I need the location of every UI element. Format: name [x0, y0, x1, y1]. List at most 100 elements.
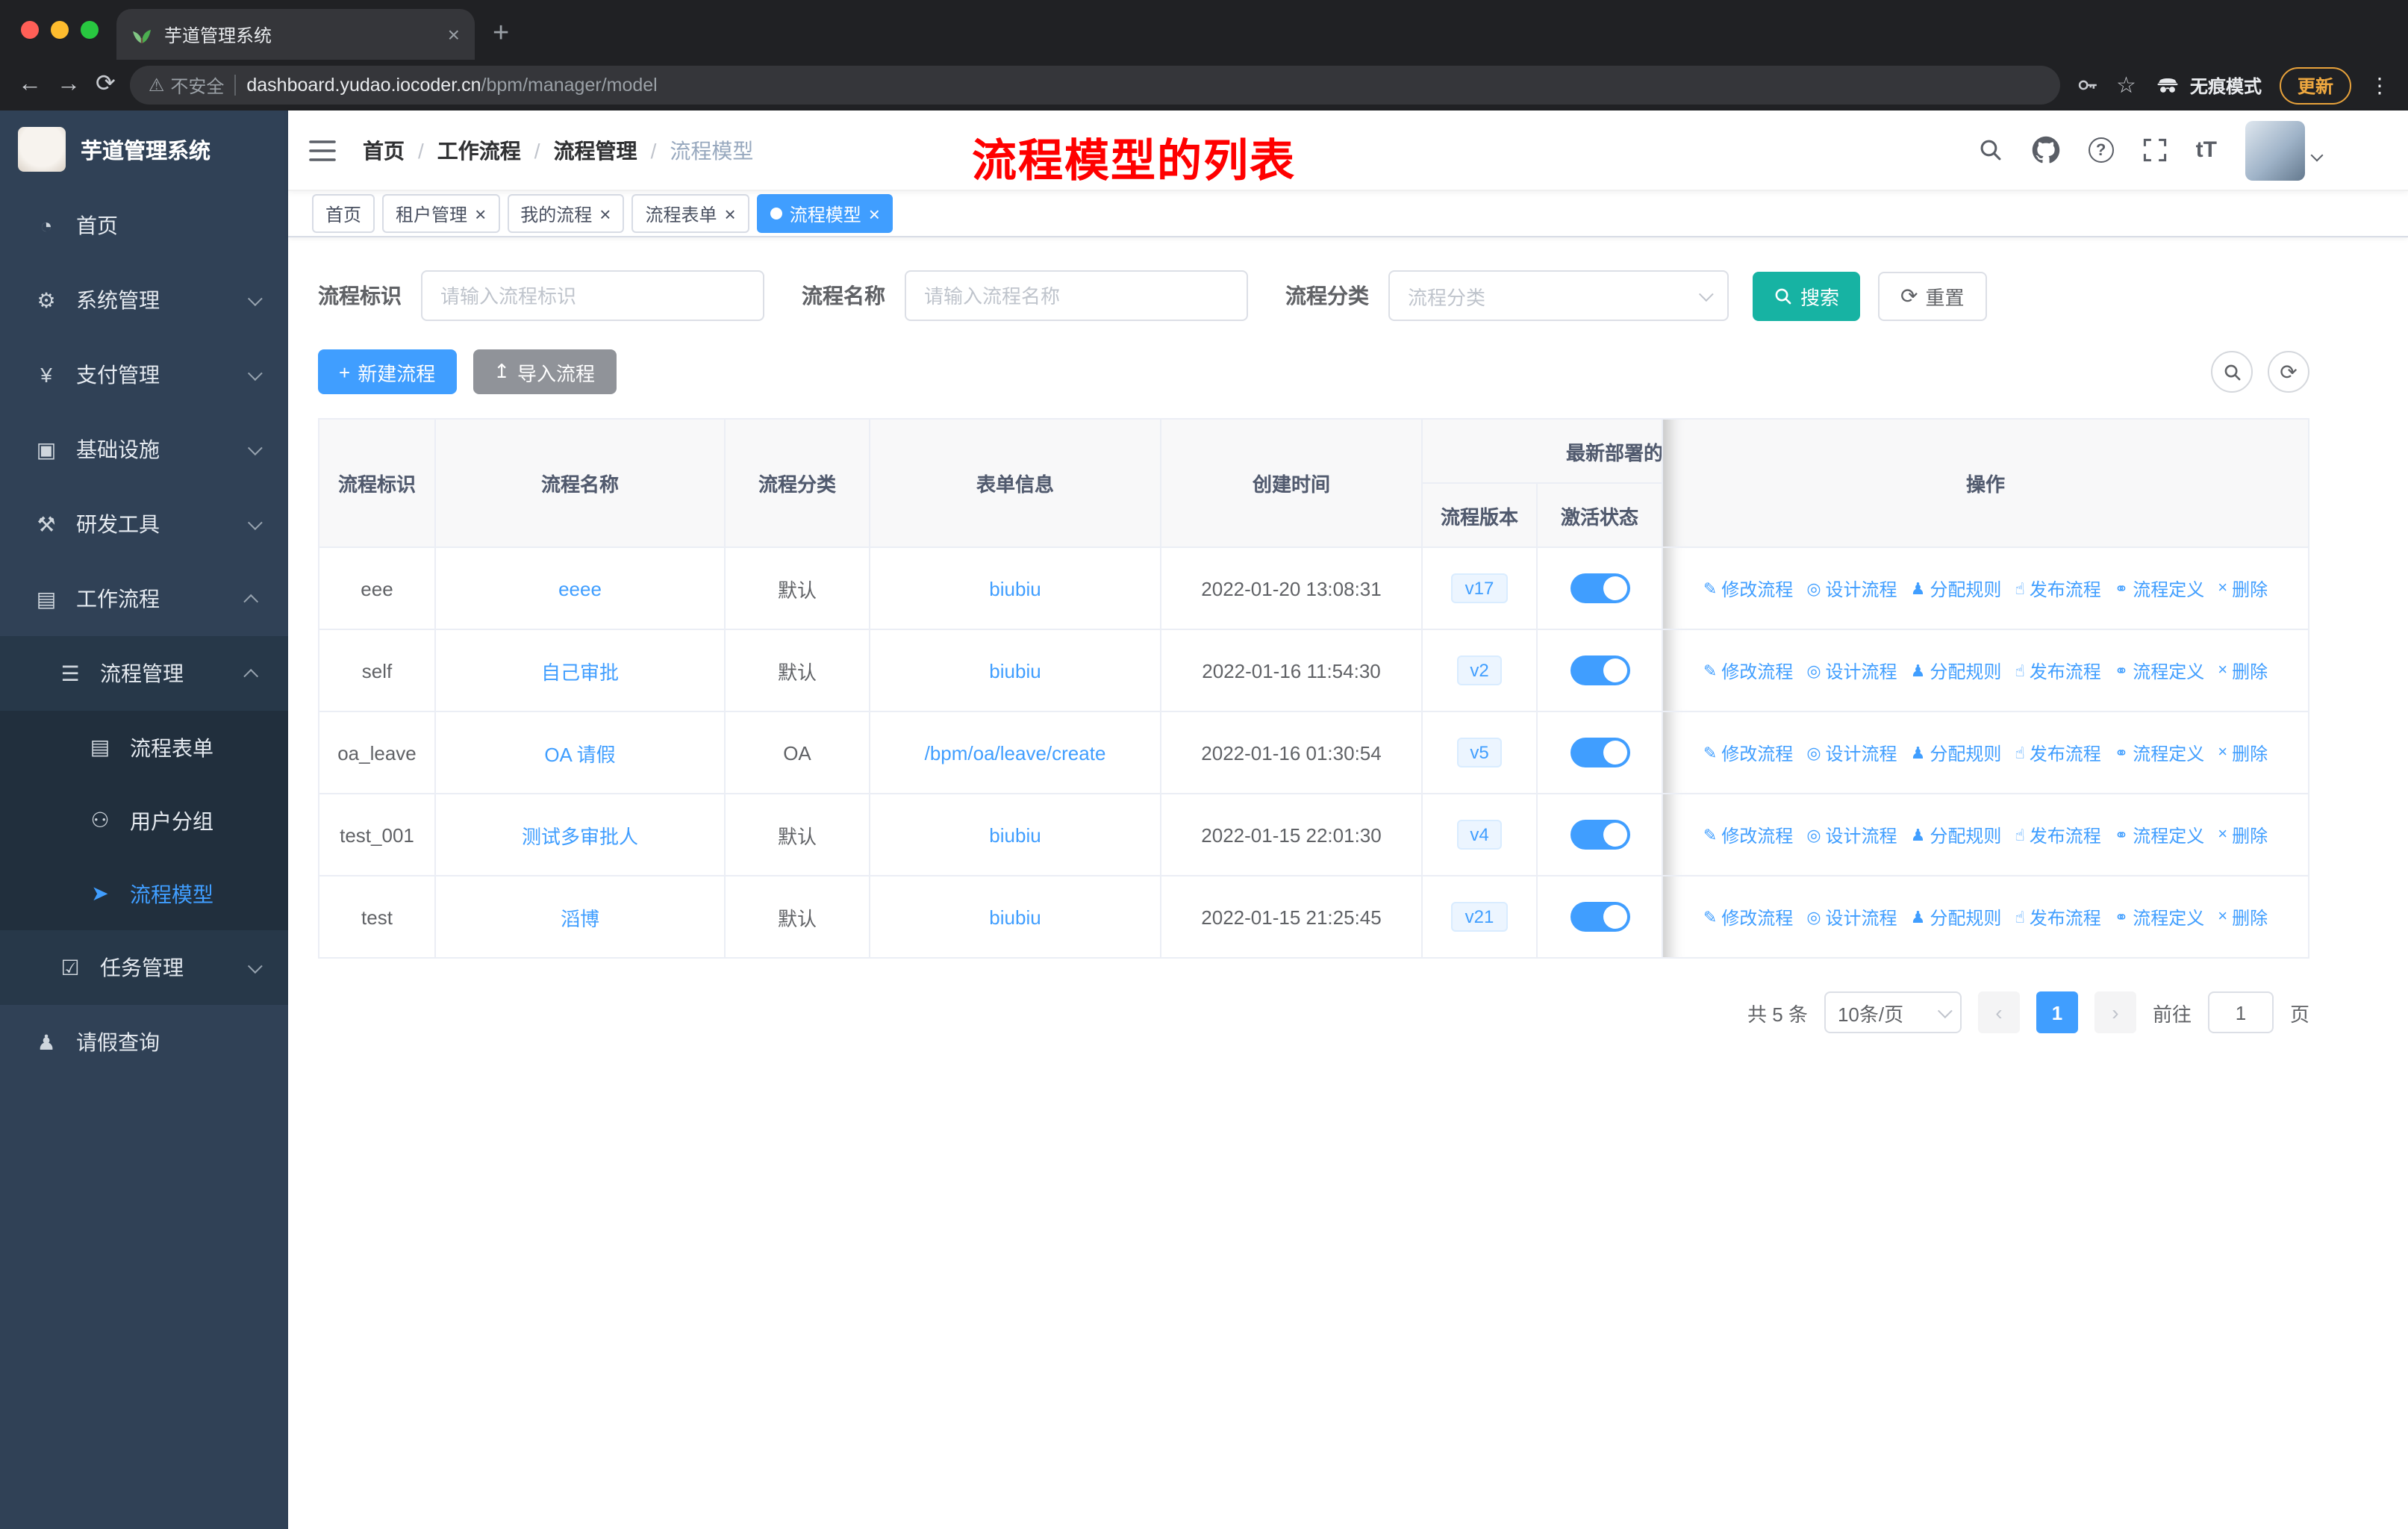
- version-badge[interactable]: v4: [1456, 820, 1503, 850]
- action-edit-process[interactable]: ✎ 修改流程: [1703, 904, 1793, 929]
- action-process-definition[interactable]: ⚭ 流程定义: [2115, 740, 2204, 765]
- reset-button[interactable]: ⟳ 重置: [1878, 271, 1987, 320]
- action-publish-process[interactable]: ☝ 发布流程: [2015, 904, 2100, 929]
- action-edit-process[interactable]: ✎ 修改流程: [1703, 576, 1793, 601]
- category-select[interactable]: 流程分类: [1388, 270, 1729, 321]
- version-badge[interactable]: v2: [1456, 655, 1503, 685]
- goto-page-input[interactable]: [2207, 991, 2274, 1033]
- active-toggle[interactable]: [1570, 820, 1629, 850]
- version-badge[interactable]: v17: [1451, 573, 1508, 603]
- action-assign-rule[interactable]: ♟ 分配规则: [1911, 740, 2002, 765]
- update-button[interactable]: 更新: [2279, 66, 2351, 104]
- help-icon[interactable]: ?: [2088, 137, 2114, 163]
- hamburger-icon[interactable]: [309, 140, 336, 161]
- user-avatar[interactable]: [2245, 120, 2305, 180]
- security-warning[interactable]: ⚠ 不安全: [149, 72, 225, 98]
- close-icon[interactable]: ×: [475, 204, 486, 223]
- action-design-process[interactable]: ◎ 设计流程: [1806, 740, 1897, 765]
- action-publish-process[interactable]: ☝ 发布流程: [2015, 658, 2100, 683]
- action-edit-process[interactable]: ✎ 修改流程: [1703, 740, 1793, 765]
- action-publish-process[interactable]: ☝ 发布流程: [2015, 740, 2100, 765]
- active-toggle[interactable]: [1570, 655, 1629, 685]
- breadcrumb-item[interactable]: 首页: [363, 135, 405, 165]
- browser-tab[interactable]: 芋道管理系统 ×: [116, 9, 475, 60]
- search-button[interactable]: 搜索: [1753, 271, 1861, 320]
- back-icon[interactable]: ←: [18, 72, 42, 97]
- action-assign-rule[interactable]: ♟ 分配规则: [1911, 822, 2002, 847]
- font-size-icon[interactable]: tT: [2196, 137, 2217, 163]
- action-design-process[interactable]: ◎ 设计流程: [1806, 658, 1897, 683]
- fullscreen-icon[interactable]: [2142, 137, 2168, 163]
- sidebar-item-process-management[interactable]: ☰ 流程管理: [0, 636, 288, 711]
- new-tab-button[interactable]: +: [475, 18, 527, 60]
- tab-close-icon[interactable]: ×: [448, 24, 460, 45]
- action-delete[interactable]: × 删除: [2218, 740, 2268, 765]
- row-name-link[interactable]: 自己审批: [541, 661, 619, 683]
- action-publish-process[interactable]: ☝ 发布流程: [2015, 576, 2100, 601]
- version-badge[interactable]: v21: [1451, 902, 1508, 932]
- sidebar-item-user-group[interactable]: ⚇ 用户分组: [0, 784, 288, 857]
- bookmark-star-icon[interactable]: ☆: [2116, 72, 2136, 99]
- tag-my-process[interactable]: 我的流程 ×: [507, 194, 625, 233]
- action-delete[interactable]: × 删除: [2218, 576, 2268, 601]
- row-form-link[interactable]: biubiu: [989, 906, 1041, 928]
- close-icon[interactable]: ×: [599, 204, 611, 223]
- action-design-process[interactable]: ◎ 设计流程: [1806, 822, 1897, 847]
- row-form-link[interactable]: /bpm/oa/leave/create: [925, 741, 1106, 764]
- user-menu[interactable]: [2245, 120, 2324, 180]
- action-edit-process[interactable]: ✎ 修改流程: [1703, 658, 1793, 683]
- sidebar-item-leave-query[interactable]: ♟ 请假查询: [0, 1005, 288, 1080]
- action-delete[interactable]: × 删除: [2218, 822, 2268, 847]
- row-name-link[interactable]: 滔博: [561, 907, 599, 929]
- close-icon[interactable]: ×: [869, 204, 880, 223]
- action-delete[interactable]: × 删除: [2218, 904, 2268, 929]
- reload-icon[interactable]: ⟳: [96, 72, 116, 97]
- next-page-button[interactable]: ›: [2094, 991, 2136, 1033]
- row-name-link[interactable]: eeee: [558, 577, 602, 600]
- page-number-current[interactable]: 1: [2036, 991, 2078, 1033]
- show-search-button[interactable]: [2211, 351, 2253, 393]
- breadcrumb-item[interactable]: 流程管理: [554, 135, 637, 165]
- maximize-window-button[interactable]: [81, 21, 99, 39]
- row-name-link[interactable]: OA 请假: [544, 743, 615, 765]
- sidebar-item-infrastructure[interactable]: ▣ 基础设施: [0, 412, 288, 487]
- search-icon[interactable]: [1978, 137, 2003, 163]
- breadcrumb-item[interactable]: 工作流程: [437, 135, 521, 165]
- action-assign-rule[interactable]: ♟ 分配规则: [1911, 576, 2002, 601]
- sidebar-logo[interactable]: 芋道管理系统: [0, 110, 288, 188]
- version-badge[interactable]: v5: [1456, 738, 1503, 767]
- page-size-select[interactable]: 10条/页: [1824, 991, 1962, 1033]
- minimize-window-button[interactable]: [51, 21, 69, 39]
- sidebar-item-system[interactable]: ⚙ 系统管理: [0, 263, 288, 337]
- row-name-link[interactable]: 测试多审批人: [522, 825, 638, 847]
- tag-process-form[interactable]: 流程表单 ×: [631, 194, 749, 233]
- password-key-icon[interactable]: [2074, 73, 2098, 97]
- sidebar-item-process-model[interactable]: ➤ 流程模型: [0, 857, 288, 930]
- forward-icon[interactable]: →: [57, 72, 81, 97]
- active-toggle[interactable]: [1570, 573, 1629, 603]
- action-process-definition[interactable]: ⚭ 流程定义: [2115, 822, 2204, 847]
- tag-home[interactable]: 首页: [312, 194, 375, 233]
- sidebar-item-payment[interactable]: ¥ 支付管理: [0, 337, 288, 412]
- sidebar-item-devtools[interactable]: ⚒ 研发工具: [0, 487, 288, 561]
- sidebar-item-process-form[interactable]: ▤ 流程表单: [0, 711, 288, 784]
- refresh-table-button[interactable]: ⟳: [2268, 351, 2309, 393]
- action-process-definition[interactable]: ⚭ 流程定义: [2115, 904, 2204, 929]
- close-window-button[interactable]: [21, 21, 39, 39]
- create-process-button[interactable]: + 新建流程: [318, 349, 457, 394]
- action-assign-rule[interactable]: ♟ 分配规则: [1911, 904, 2002, 929]
- row-form-link[interactable]: biubiu: [989, 823, 1041, 846]
- active-toggle[interactable]: [1570, 902, 1629, 932]
- action-process-definition[interactable]: ⚭ 流程定义: [2115, 576, 2204, 601]
- tag-tenant[interactable]: 租户管理 ×: [382, 194, 500, 233]
- browser-menu-icon[interactable]: ⋮: [2369, 72, 2390, 98]
- address-bar[interactable]: ⚠ 不安全 dashboard.yudao.iocoder.cn/bpm/man…: [130, 66, 2060, 105]
- sidebar-item-workflow[interactable]: ▤ 工作流程: [0, 561, 288, 636]
- action-edit-process[interactable]: ✎ 修改流程: [1703, 822, 1793, 847]
- action-publish-process[interactable]: ☝ 发布流程: [2015, 822, 2100, 847]
- action-process-definition[interactable]: ⚭ 流程定义: [2115, 658, 2204, 683]
- action-assign-rule[interactable]: ♟ 分配规则: [1911, 658, 2002, 683]
- sidebar-item-task-management[interactable]: ☑ 任务管理: [0, 930, 288, 1005]
- row-form-link[interactable]: biubiu: [989, 577, 1041, 600]
- window-controls[interactable]: [21, 21, 99, 39]
